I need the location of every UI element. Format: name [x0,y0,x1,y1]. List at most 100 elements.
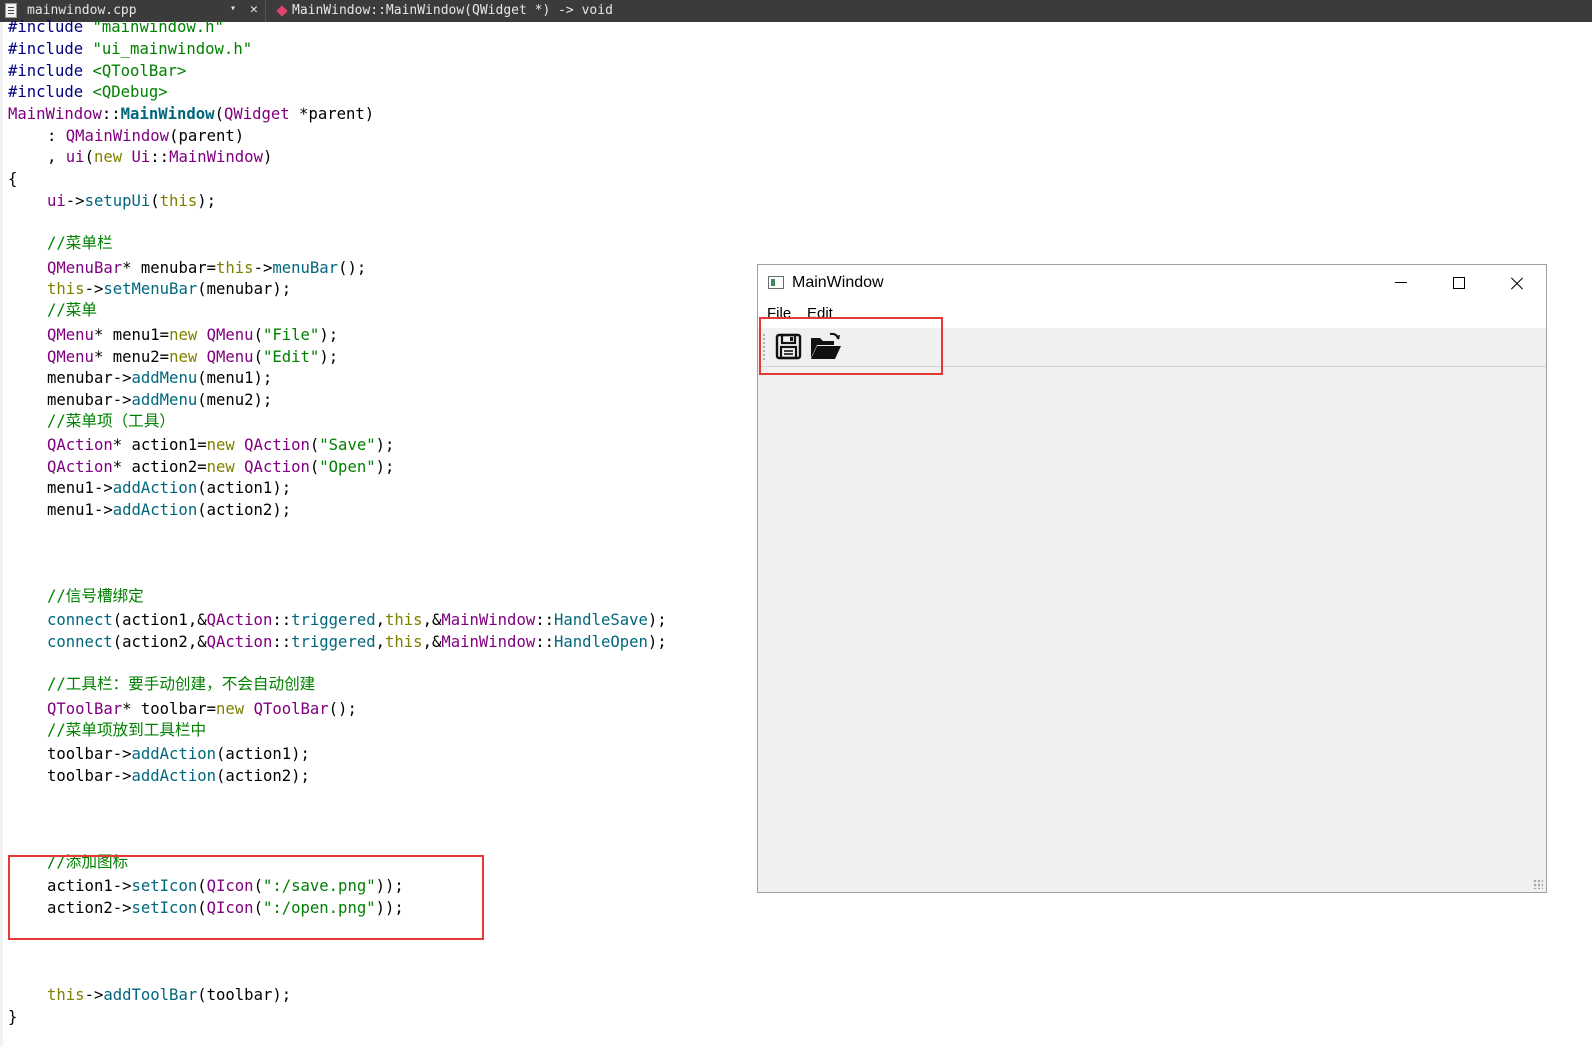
function-selector[interactable]: MainWindow::MainWindow(QWidget *) -> voi… [292,3,613,18]
code-line[interactable]: QAction* action2=new QAction("Open"); [8,456,394,478]
code-line[interactable]: //工具栏：要手动创建，不会自动创建 [8,673,315,695]
code-token: :: [272,633,292,651]
code-token: , [375,633,385,651]
code-token: QAction [206,633,273,651]
code-line[interactable]: ui->setupUi(this); [8,190,216,212]
divider [265,0,266,22]
code-line[interactable]: , ui(new Ui::MainWindow) [8,146,272,168]
code-line[interactable]: #include "ui_mainwindow.h" [8,38,252,60]
code-line[interactable]: QMenu* menu2=new QMenu("Edit"); [8,346,338,368]
code-token: QMenu [47,326,94,344]
code-line[interactable]: #include <QDebug> [8,81,168,103]
maximize-icon[interactable] [1429,265,1487,301]
code-token: MainWindow [441,611,536,629]
code-token: this [47,280,85,298]
code-line[interactable]: //菜单项放到工具栏中 [8,719,206,741]
code-token: { [8,170,18,188]
code-line[interactable]: #include <QToolBar> [8,60,186,82]
code-token: this [47,986,85,1004]
code-token: (action2); [197,501,292,519]
editor-gutter [0,22,3,1047]
code-line[interactable]: //菜单 [8,299,97,321]
code-token: *parent) [289,105,375,123]
resize-grip-handle[interactable] [1533,879,1543,889]
code-token: "Open" [319,458,376,476]
code-token: ) [262,148,273,166]
close-icon[interactable]: ✕ [250,2,258,17]
code-line[interactable]: { [8,168,17,190]
code-token: ); [197,192,217,210]
code-token: this [159,192,198,210]
code-line[interactable]: this->addToolBar(toolbar); [8,984,291,1006]
code-token: <QToolBar> [92,62,187,80]
code-line[interactable]: this->setMenuBar(menubar); [8,278,291,300]
code-token: ); [647,611,667,629]
code-token: QAction [244,436,310,454]
chevron-down-icon[interactable]: ▾ [230,3,236,14]
code-token: ,& [422,633,442,651]
code-token: this [385,633,423,651]
code-token: toolbar-> [47,745,132,763]
close-icon[interactable] [1487,265,1545,301]
code-token: * menu2= [93,348,170,366]
code-token: ( [150,192,160,210]
code-token: :: [535,611,555,629]
code-line[interactable]: menubar->addMenu(menu2); [8,389,272,411]
code-line[interactable]: QMenu* menu1=new QMenu("File"); [8,324,338,346]
code-token: QMenu [206,326,254,344]
code-token: addAction [131,745,217,763]
code-token: this [216,259,254,277]
code-line[interactable]: } [8,1006,17,1028]
code-line[interactable]: QMenuBar* menubar=this->menuBar(); [8,257,366,279]
code-line[interactable]: toolbar->addAction(action1); [8,743,310,765]
code-line[interactable]: menubar->addMenu(menu1); [8,367,272,389]
code-line[interactable]: #include "mainwindow.h" [8,16,224,38]
code-line[interactable]: //菜单项（工具） [8,410,175,432]
code-token: MainWindow [8,105,102,123]
code-token: ui [65,148,85,166]
code-token: MainWindow [120,105,215,123]
code-token: QAction [206,611,273,629]
code-token: (action1,& [112,611,207,629]
code-line[interactable]: QAction* action1=new QAction("Save"); [8,434,394,456]
code-line[interactable]: QToolBar* toolbar=new QToolBar(); [8,698,357,720]
code-token: -> [65,192,85,210]
code-token: QMenuBar [47,259,123,277]
code-line[interactable]: connect(action1,&QAction::triggered,this… [8,609,667,631]
code-line[interactable]: menu1->addAction(action2); [8,499,291,521]
code-token: //菜单 [47,301,97,319]
code-token: , [47,148,66,166]
code-token: #include [8,40,93,58]
code-token: menubar-> [47,369,132,387]
minimize-icon[interactable] [1371,265,1429,301]
code-token: * menu1= [93,326,170,344]
code-line[interactable]: connect(action2,&QAction::triggered,this… [8,631,667,653]
code-token: :: [535,633,555,651]
code-token: menu1-> [47,479,113,497]
code-token: "Save" [319,436,376,454]
code-line[interactable]: MainWindow::MainWindow(QWidget *parent) [8,103,374,125]
code-line[interactable]: : QMainWindow(parent) [8,125,244,147]
code-token: (toolbar); [197,986,292,1004]
code-token: #include [8,83,93,101]
code-token: QAction [244,458,310,476]
code-token: :: [101,105,121,123]
code-token: new [169,348,198,366]
code-token: //菜单栏 [47,234,113,252]
code-token: * menubar= [122,259,216,277]
code-line[interactable]: //信号槽绑定 [8,585,144,607]
code-token: new [169,326,198,344]
code-line[interactable]: menu1->addAction(action1); [8,477,291,499]
code-token: connect [47,633,113,651]
code-token: MainWindow [169,148,263,166]
code-line[interactable]: toolbar->addAction(action2); [8,765,310,787]
code-token: //信号槽绑定 [47,587,144,605]
code-line[interactable]: //菜单栏 [8,232,113,254]
code-token: HandleSave [554,611,648,629]
code-token: QAction [47,436,113,454]
code-token: addToolBar [103,986,198,1004]
window-title-bar[interactable]: MainWindow [758,265,1546,301]
